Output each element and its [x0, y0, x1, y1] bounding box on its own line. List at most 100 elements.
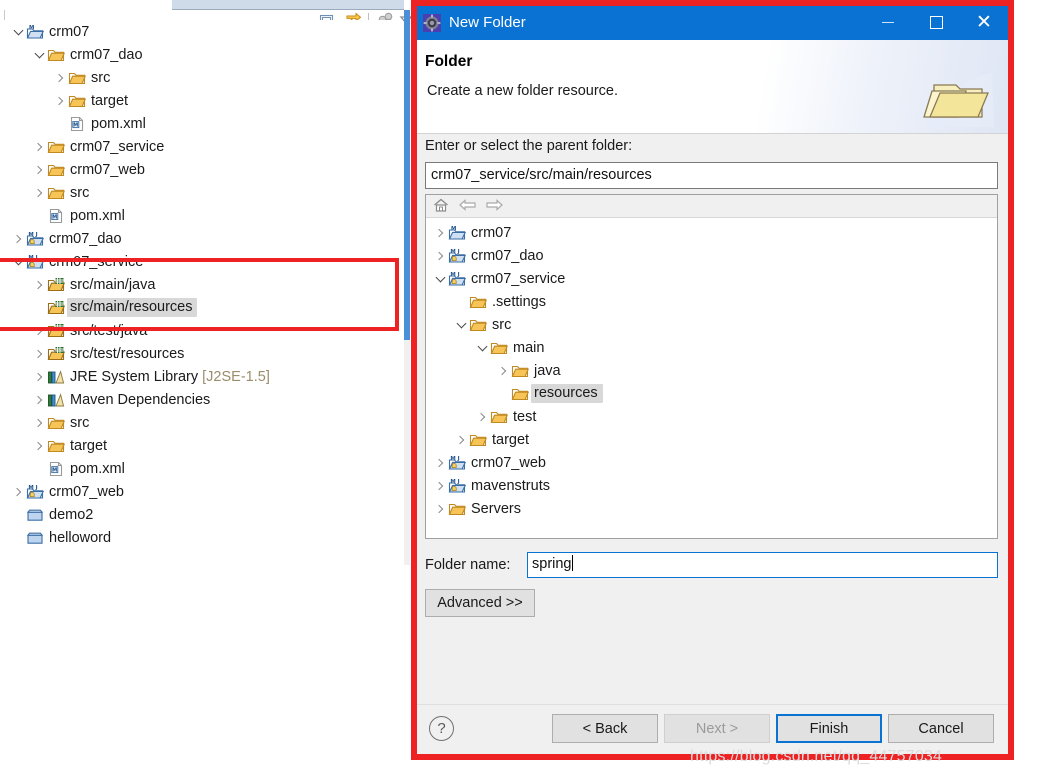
chevron-right-icon[interactable]	[10, 231, 26, 247]
chevron-right-icon[interactable]	[31, 392, 47, 408]
chevron-right-icon[interactable]	[52, 93, 68, 109]
tree-row[interactable]: M Jcrm07_dao	[0, 227, 402, 250]
tree-row[interactable]: helloword	[0, 526, 402, 549]
folder-name-input[interactable]: spring	[527, 552, 998, 578]
tree-row[interactable]: M Jcrm07_service	[426, 267, 997, 290]
tree-row[interactable]: target	[0, 434, 402, 457]
chevron-right-icon[interactable]	[432, 455, 448, 471]
chevron-right-icon[interactable]	[31, 162, 47, 178]
folder-icon	[47, 162, 65, 178]
tree-row[interactable]: JRE System Library [J2SE-1.5]	[0, 365, 402, 388]
tree-row[interactable]: M Jcrm07_web	[426, 451, 997, 474]
folder-icon	[47, 438, 65, 454]
explorer-scrollbar[interactable]	[404, 10, 410, 565]
tree-row[interactable]: crm07_web	[0, 158, 402, 181]
chevron-down-icon[interactable]	[432, 271, 448, 287]
tree-row[interactable]: src	[426, 313, 997, 336]
parent-folder-tree-panel[interactable]: Mcrm07 M Jcrm07_dao M Jcrm07_service .setting…	[425, 194, 998, 539]
wizard-page-title: Folder	[425, 53, 473, 70]
chevron-right-icon[interactable]	[52, 70, 68, 86]
tree-row[interactable]: M Jcrm07_web	[0, 480, 402, 503]
window-controls[interactable]: ✕	[864, 5, 1008, 40]
tree-row[interactable]: M Jmavenstruts	[426, 474, 997, 497]
tree-row[interactable]: crm07_service	[0, 135, 402, 158]
chevron-right-icon[interactable]	[474, 409, 490, 425]
chevron-right-icon[interactable]	[432, 248, 448, 264]
chevron-right-icon[interactable]	[31, 346, 47, 362]
tree-item-label: crm07_service	[471, 270, 566, 287]
tree-row[interactable]: src/main/java	[0, 273, 402, 296]
help-icon[interactable]: ?	[429, 716, 454, 741]
svg-text:M: M	[52, 214, 57, 220]
chevron-right-icon[interactable]	[31, 185, 47, 201]
chevron-down-icon[interactable]	[31, 47, 47, 63]
explorer-scrollbar-thumb[interactable]	[404, 10, 410, 340]
tree-row[interactable]: demo2	[0, 503, 402, 526]
tree-row[interactable]: Maven Dependencies	[0, 388, 402, 411]
chevron-right-icon[interactable]	[31, 277, 47, 293]
tree-row[interactable]: Mcrm07	[426, 221, 997, 244]
tree-row[interactable]: M Jcrm07_service	[0, 250, 402, 273]
advanced-button[interactable]: Advanced >>	[425, 589, 535, 617]
tree-row[interactable]: resources	[426, 382, 997, 405]
chevron-right-icon[interactable]	[10, 484, 26, 500]
chevron-down-icon[interactable]	[10, 24, 26, 40]
maximize-button[interactable]	[912, 5, 960, 40]
chevron-right-icon[interactable]	[31, 438, 47, 454]
chevron-right-icon[interactable]	[432, 501, 448, 517]
chevron-right-icon[interactable]	[495, 363, 511, 379]
tree-row[interactable]: src	[0, 66, 402, 89]
close-icon[interactable]: ✕	[960, 5, 1008, 40]
tree-row[interactable]: java	[426, 359, 997, 382]
tree-row[interactable]: target	[426, 428, 997, 451]
tree-row[interactable]: Mpom.xml	[0, 457, 402, 480]
chevron-right-icon[interactable]	[432, 478, 448, 494]
tree-row[interactable]: Servers	[426, 497, 997, 520]
chevron-down-icon[interactable]	[474, 340, 490, 356]
tree-row[interactable]: .settings	[426, 290, 997, 313]
tree-row[interactable]: M Jcrm07_dao	[426, 244, 997, 267]
chevron-right-icon[interactable]	[31, 369, 47, 385]
tree-row[interactable]: Mpom.xml	[0, 204, 402, 227]
tree-row[interactable]: main	[426, 336, 997, 359]
tree-row[interactable]: test	[426, 405, 997, 428]
home-icon[interactable]	[432, 197, 458, 215]
chevron-down-icon[interactable]	[10, 254, 26, 270]
parent-folder-input[interactable]: crm07_service/src/main/resources	[425, 162, 998, 189]
project-explorer-tree[interactable]: Mcrm07 crm07_dao src target Mpom.xml crm07_se…	[0, 20, 402, 565]
chevron-right-icon[interactable]	[31, 323, 47, 339]
chevron-right-icon[interactable]	[453, 432, 469, 448]
chevron-down-icon[interactable]	[453, 317, 469, 333]
parent-folder-tree[interactable]: Mcrm07 M Jcrm07_dao M Jcrm07_service .setting…	[426, 218, 997, 539]
folder-icon	[47, 47, 65, 63]
tree-item-label: src	[70, 184, 90, 201]
tree-row[interactable]: target	[0, 89, 402, 112]
forward-arrow-icon[interactable]	[484, 197, 510, 215]
tree-row[interactable]: src/test/java	[0, 319, 402, 342]
back-arrow-icon[interactable]	[458, 197, 484, 215]
tree-item-label: crm07_web	[471, 454, 546, 471]
tree-item-label: resources	[531, 384, 603, 403]
dialog-titlebar[interactable]: New Folder ✕	[417, 5, 1008, 40]
tree-row[interactable]: src/main/resources	[0, 296, 402, 319]
back-button[interactable]: < Back	[552, 714, 658, 743]
tree-row[interactable]: Mpom.xml	[0, 112, 402, 135]
folder-icon	[511, 386, 529, 402]
finish-button[interactable]: Finish	[776, 714, 882, 743]
chevron-right-icon[interactable]	[432, 225, 448, 241]
tree-row[interactable]: src/test/resources	[0, 342, 402, 365]
minimize-button[interactable]	[864, 5, 912, 40]
tree-row[interactable]: Mcrm07	[0, 20, 402, 43]
new-folder-dialog: New Folder ✕ Folder Create a new folder …	[417, 5, 1008, 757]
chevron-right-icon[interactable]	[31, 139, 47, 155]
source-folder-icon	[47, 323, 65, 339]
cancel-button[interactable]: Cancel	[888, 714, 994, 743]
tree-item-label: demo2	[49, 506, 94, 523]
tree-nav-toolbar[interactable]	[426, 195, 997, 218]
tree-row[interactable]: src	[0, 411, 402, 434]
source-folder-icon	[47, 277, 65, 293]
tree-row[interactable]: src	[0, 181, 402, 204]
tree-row[interactable]: crm07_dao	[0, 43, 402, 66]
chevron-right-icon[interactable]	[31, 415, 47, 431]
